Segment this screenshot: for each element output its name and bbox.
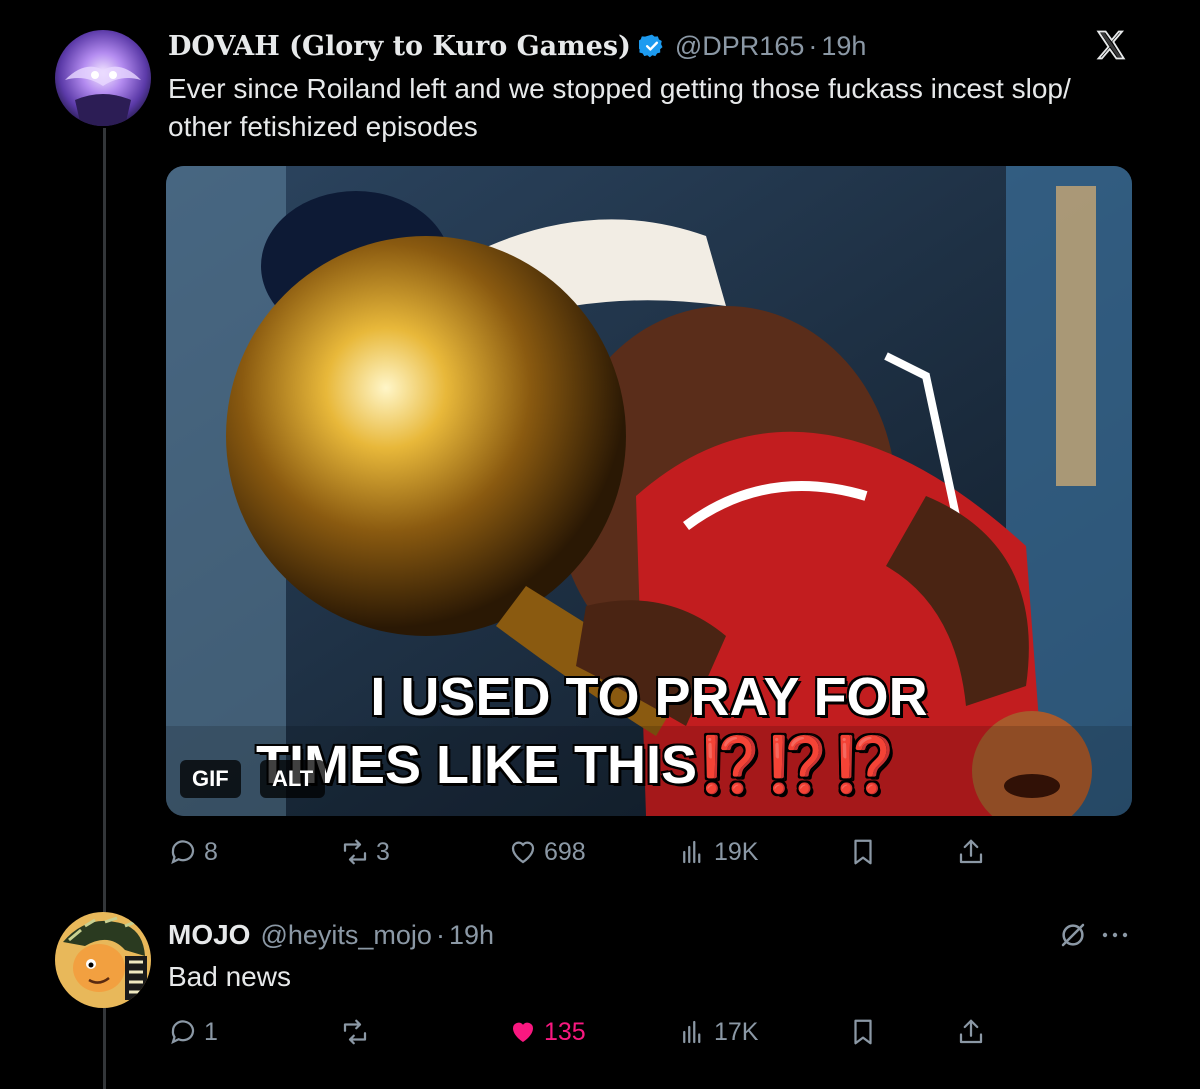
views-icon (683, 1020, 701, 1044)
repost-count: 3 (376, 837, 390, 866)
tweet-header: DOVAH (Glory to Kuro Games) @DPR165 · 19… (168, 26, 866, 66)
reply-count: 8 (204, 837, 218, 866)
share-button[interactable] (956, 1010, 992, 1054)
tweet-action-bar: 8 3 698 19K (168, 830, 998, 874)
no-entry-icon[interactable] (1058, 920, 1088, 950)
like-count: 698 (544, 837, 586, 866)
separator-dot: · (435, 919, 445, 950)
repost-button[interactable]: 3 (340, 830, 390, 874)
tweet-text: Ever since Roiland left and we stopped g… (168, 73, 1071, 142)
handle[interactable]: @heyits_mojo (260, 920, 431, 951)
gif-caption-line2: TIMES LIKE THIS⁉️⁉️⁉️ (206, 734, 1132, 797)
like-button[interactable]: 698 (508, 830, 586, 874)
repost-icon (343, 1019, 367, 1045)
reply-icon (171, 840, 195, 865)
tweet-media-gif[interactable]: I USED TO PRAY FOR TIMES LIKE THIS⁉️⁉️⁉️… (166, 166, 1132, 816)
tweet-action-bar: 1 135 17K (168, 1010, 998, 1054)
gif-badge: GIF (180, 760, 241, 798)
views-button[interactable]: 17K (678, 1010, 758, 1054)
repost-icon (343, 839, 367, 865)
handle[interactable]: @DPR165 (675, 31, 804, 62)
like-count: 135 (544, 1017, 586, 1046)
heart-icon (513, 1022, 533, 1042)
tweet-header: MOJO @heyits_mojo · 19h (168, 915, 494, 955)
share-icon (959, 839, 983, 864)
x-logo[interactable] (1094, 28, 1128, 62)
display-name[interactable]: MOJO (168, 919, 250, 951)
heart-icon (511, 841, 535, 864)
tweet-text: Bad news (168, 961, 291, 992)
views-count: 17K (714, 1017, 759, 1046)
gif-caption-line1: I USED TO PRAY FOR (370, 667, 928, 727)
share-button[interactable] (956, 830, 992, 874)
reply-count: 1 (204, 1017, 218, 1046)
views-count: 19K (714, 837, 759, 866)
bookmark-icon (854, 839, 872, 865)
repost-button[interactable] (340, 1010, 376, 1054)
timestamp[interactable]: 19h (821, 31, 866, 62)
share-icon (959, 1019, 983, 1044)
reply-button[interactable]: 1 (168, 1010, 218, 1054)
reply-button[interactable]: 8 (168, 830, 218, 874)
reply-icon (171, 1020, 195, 1045)
views-icon (683, 840, 701, 864)
alt-badge[interactable]: ALT (260, 760, 326, 798)
timestamp[interactable]: 19h (449, 920, 494, 951)
avatar[interactable] (55, 30, 151, 126)
views-button[interactable]: 19K (678, 830, 758, 874)
more-icon[interactable] (1100, 928, 1130, 942)
bookmark-button[interactable] (848, 830, 884, 874)
verified-badge-icon (638, 34, 663, 58)
separator-dot: · (808, 30, 818, 61)
bookmark-icon (854, 1019, 872, 1045)
gif-caption-bangs: ⁉️⁉️⁉️ (697, 735, 899, 795)
bookmark-button[interactable] (848, 1010, 884, 1054)
avatar[interactable] (55, 912, 151, 1008)
display-name[interactable]: DOVAH (Glory to Kuro Games) (168, 31, 631, 62)
like-button[interactable]: 135 (508, 1010, 586, 1054)
